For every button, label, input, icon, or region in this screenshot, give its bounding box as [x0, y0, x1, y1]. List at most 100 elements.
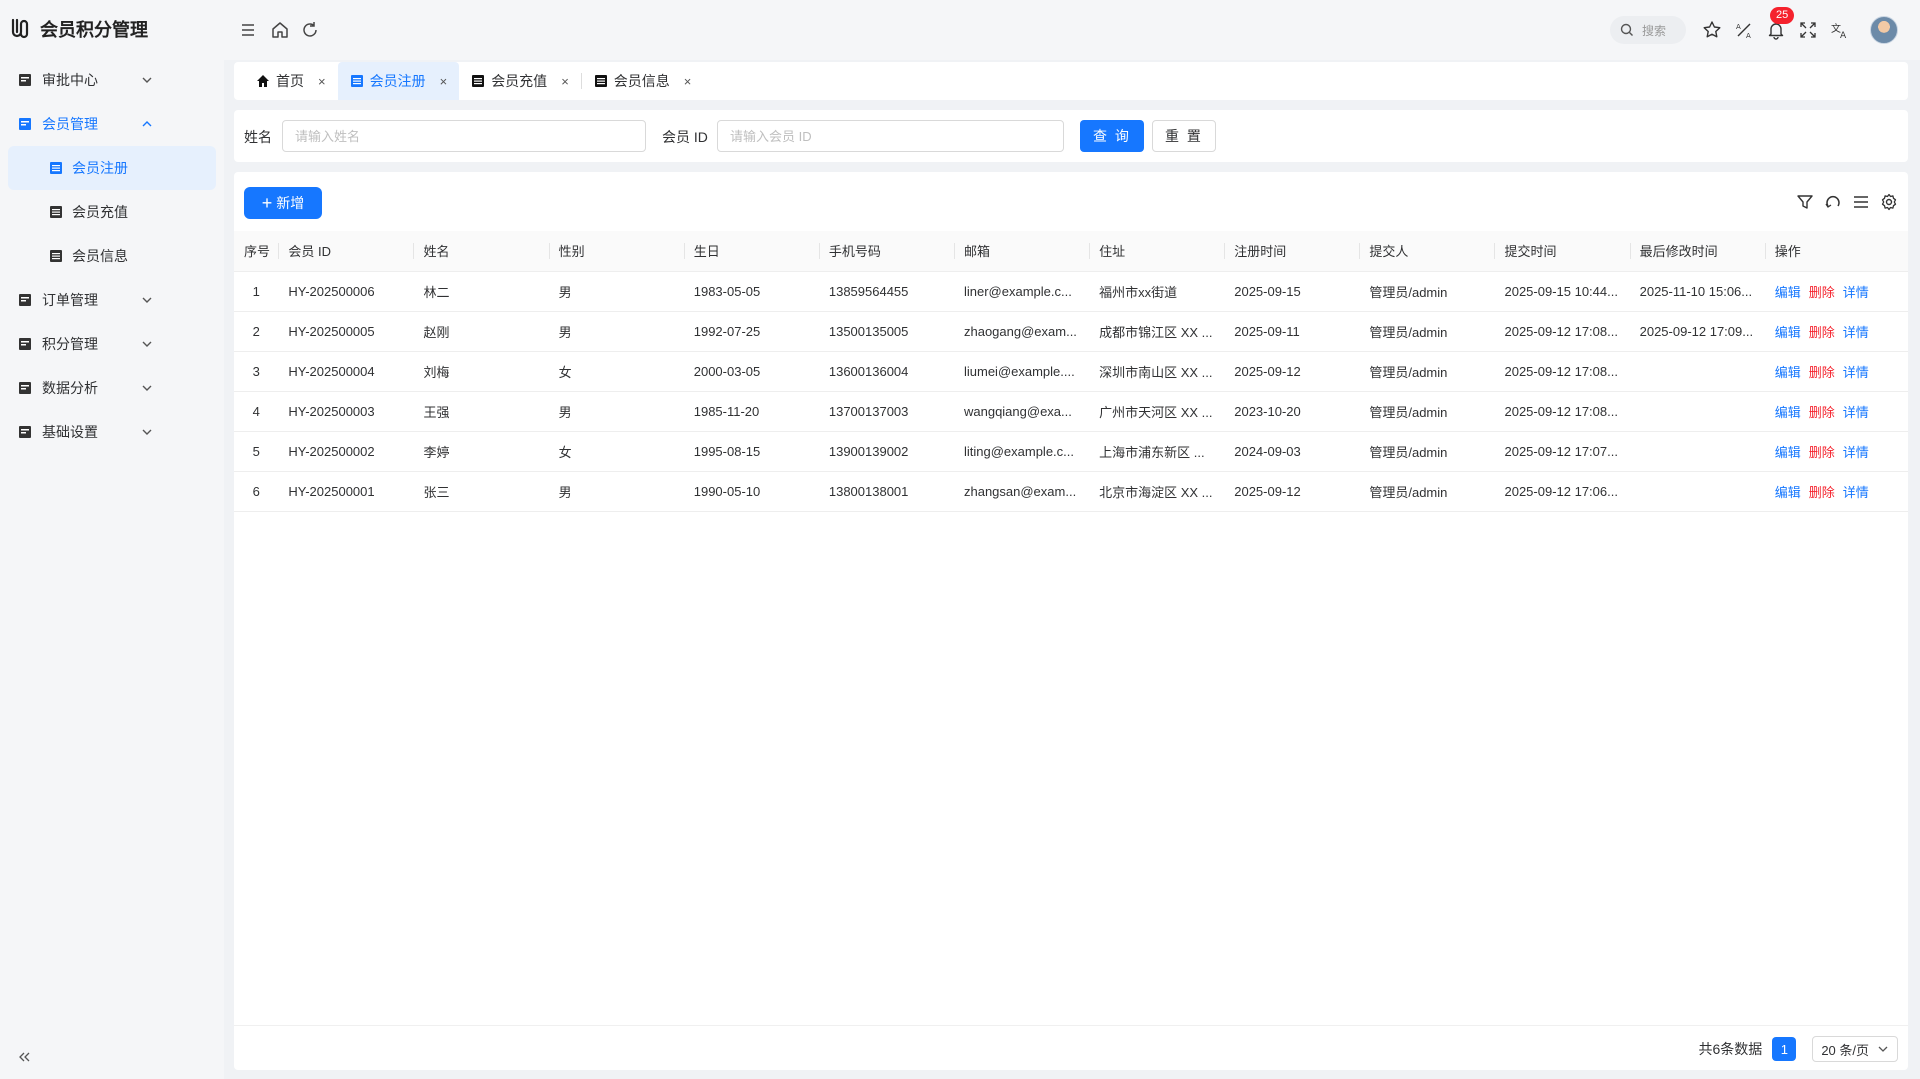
table-cell	[1629, 351, 1765, 392]
delete-button[interactable]: 删除	[1809, 485, 1835, 500]
detail-button[interactable]: 详情	[1843, 365, 1869, 380]
sidebar-menu: 审批中心 会员管理 会员注册 会员充值 会员信息 订单管理 积分管理 数据分析 …	[0, 58, 224, 454]
query-button[interactable]: 查 询	[1080, 120, 1144, 152]
table-cell: 6	[234, 471, 279, 512]
language-switch-icon[interactable]: AA	[1734, 20, 1754, 40]
table-cell: 2025-09-12 17:09...	[1629, 311, 1765, 352]
table-cell: liting@example.c...	[953, 431, 1090, 472]
table-cell: 管理员/admin	[1359, 471, 1495, 512]
sidebar-item-member[interactable]: 会员管理	[0, 102, 224, 146]
table-body: 1 HY-202500006 林二男 1983-05-05 13859564455 lin…	[234, 271, 1908, 512]
detail-button[interactable]: 详情	[1843, 325, 1869, 340]
tab-home[interactable]: 首页 ×	[244, 62, 338, 100]
actions-cell: 编辑 删除 详情	[1764, 391, 1908, 432]
delete-button[interactable]: 删除	[1809, 285, 1835, 300]
name-filter-label: 姓名	[244, 129, 272, 145]
add-button[interactable]: + 新增	[244, 187, 322, 219]
detail-button[interactable]: 详情	[1843, 285, 1869, 300]
table-cell: HY-202500004	[278, 351, 414, 392]
table-cell: 管理员/admin	[1359, 311, 1495, 352]
table-row: 5 HY-202500002 李婷女 1995-08-15 13900139002 lit…	[234, 431, 1908, 472]
collapse-sidebar-icon[interactable]	[16, 1049, 32, 1065]
page-number-button[interactable]: 1	[1772, 1037, 1797, 1061]
tab-member-info[interactable]: 会员信息 ×	[582, 62, 704, 100]
table-cell: wangqiang@exa...	[953, 391, 1090, 432]
translate-icon[interactable]: 文A	[1830, 20, 1850, 40]
edit-button[interactable]: 编辑	[1775, 485, 1801, 500]
column-header: 提交时间	[1494, 231, 1630, 272]
approval-icon	[19, 74, 31, 86]
table-header-row: 序号 会员 ID 姓名 性别 生日 手机号码 邮箱 住址 注册时间 提交人 提交…	[234, 231, 1908, 272]
detail-button[interactable]: 详情	[1843, 445, 1869, 460]
table-cell: 1995-08-15	[683, 431, 819, 472]
delete-button[interactable]: 删除	[1809, 445, 1835, 460]
tab-member-recharge[interactable]: 会员充值 ×	[459, 62, 581, 100]
delete-button[interactable]: 删除	[1809, 365, 1835, 380]
table-cell: 赵刚	[413, 311, 549, 352]
sidebar-item-orders[interactable]: 订单管理	[0, 278, 224, 322]
chevron-down-icon	[1878, 1046, 1888, 1052]
tab-close-button[interactable]: ×	[561, 74, 569, 89]
edit-button[interactable]: 编辑	[1775, 325, 1801, 340]
user-avatar[interactable]	[1870, 16, 1898, 44]
table-cell: 2025-09-12 17:06...	[1494, 471, 1630, 512]
tab-close-button[interactable]: ×	[684, 74, 692, 89]
table-cell: zhangsan@exam...	[953, 471, 1090, 512]
list-icon	[594, 75, 607, 87]
edit-button[interactable]: 编辑	[1775, 445, 1801, 460]
table-cell: 13859564455	[818, 271, 954, 312]
table-cell: 女	[548, 351, 684, 392]
sidebar-item-settings[interactable]: 基础设置	[0, 410, 224, 454]
edit-button[interactable]: 编辑	[1775, 365, 1801, 380]
sidebar-item-label: 积分管理	[42, 336, 98, 352]
filter-icon[interactable]	[1796, 193, 1814, 211]
chevron-down-icon	[142, 77, 152, 83]
sidebar-subitem-member-recharge[interactable]: 会员充值	[8, 190, 216, 234]
member-id-filter-input[interactable]	[717, 120, 1064, 152]
sidebar-subitem-member-info[interactable]: 会员信息	[8, 234, 216, 278]
gear-icon[interactable]	[1880, 193, 1898, 211]
reload-icon[interactable]	[1824, 193, 1842, 211]
sidebar-item-points[interactable]: 积分管理	[0, 322, 224, 366]
table-cell: 林二	[413, 271, 549, 312]
sidebar-item-label: 订单管理	[42, 292, 98, 308]
table-cell: 李婷	[413, 431, 549, 472]
detail-button[interactable]: 详情	[1843, 405, 1869, 420]
delete-button[interactable]: 删除	[1809, 325, 1835, 340]
tab-label: 会员充值	[491, 73, 548, 89]
tab-close-button[interactable]: ×	[318, 74, 326, 89]
table-cell: liumei@example....	[953, 351, 1090, 392]
sidebar-subitem-member-register[interactable]: 会员注册	[8, 146, 216, 190]
delete-button[interactable]: 删除	[1809, 405, 1835, 420]
search-icon	[1620, 23, 1633, 36]
name-filter-input[interactable]	[282, 120, 646, 152]
star-icon[interactable]	[1702, 20, 1722, 40]
menu-toggle-icon[interactable]	[238, 20, 258, 40]
home-icon[interactable]	[270, 20, 290, 40]
column-header: 提交人	[1359, 231, 1495, 272]
table-cell: 管理员/admin	[1359, 431, 1495, 472]
global-search[interactable]: 搜索	[1610, 16, 1686, 44]
detail-button[interactable]: 详情	[1843, 485, 1869, 500]
edit-button[interactable]: 编辑	[1775, 285, 1801, 300]
refresh-icon[interactable]	[300, 20, 320, 40]
density-icon[interactable]	[1852, 193, 1870, 211]
table-cell: 北京市海淀区 XX ...	[1089, 471, 1225, 512]
tab-member-register[interactable]: 会员注册 ×	[337, 62, 460, 100]
tab-close-button[interactable]: ×	[440, 74, 448, 89]
sidebar-subitem-label: 会员信息	[72, 248, 128, 264]
settings-icon	[19, 426, 31, 438]
table-cell: 管理员/admin	[1359, 391, 1495, 432]
fullscreen-icon[interactable]	[1798, 20, 1818, 40]
sidebar-item-approval[interactable]: 审批中心	[0, 58, 224, 102]
table-cell: 2025-11-10 15:06...	[1629, 271, 1765, 312]
sidebar-item-analytics[interactable]: 数据分析	[0, 366, 224, 410]
table-cell	[1629, 431, 1765, 472]
member-id-filter-label: 会员 ID	[662, 129, 708, 145]
edit-button[interactable]: 编辑	[1775, 405, 1801, 420]
reset-button[interactable]: 重 置	[1152, 120, 1216, 152]
order-icon	[19, 294, 31, 306]
page-size-select[interactable]: 20 条/页	[1812, 1036, 1898, 1062]
logo-icon	[11, 18, 29, 39]
table-cell: 管理员/admin	[1359, 351, 1495, 392]
